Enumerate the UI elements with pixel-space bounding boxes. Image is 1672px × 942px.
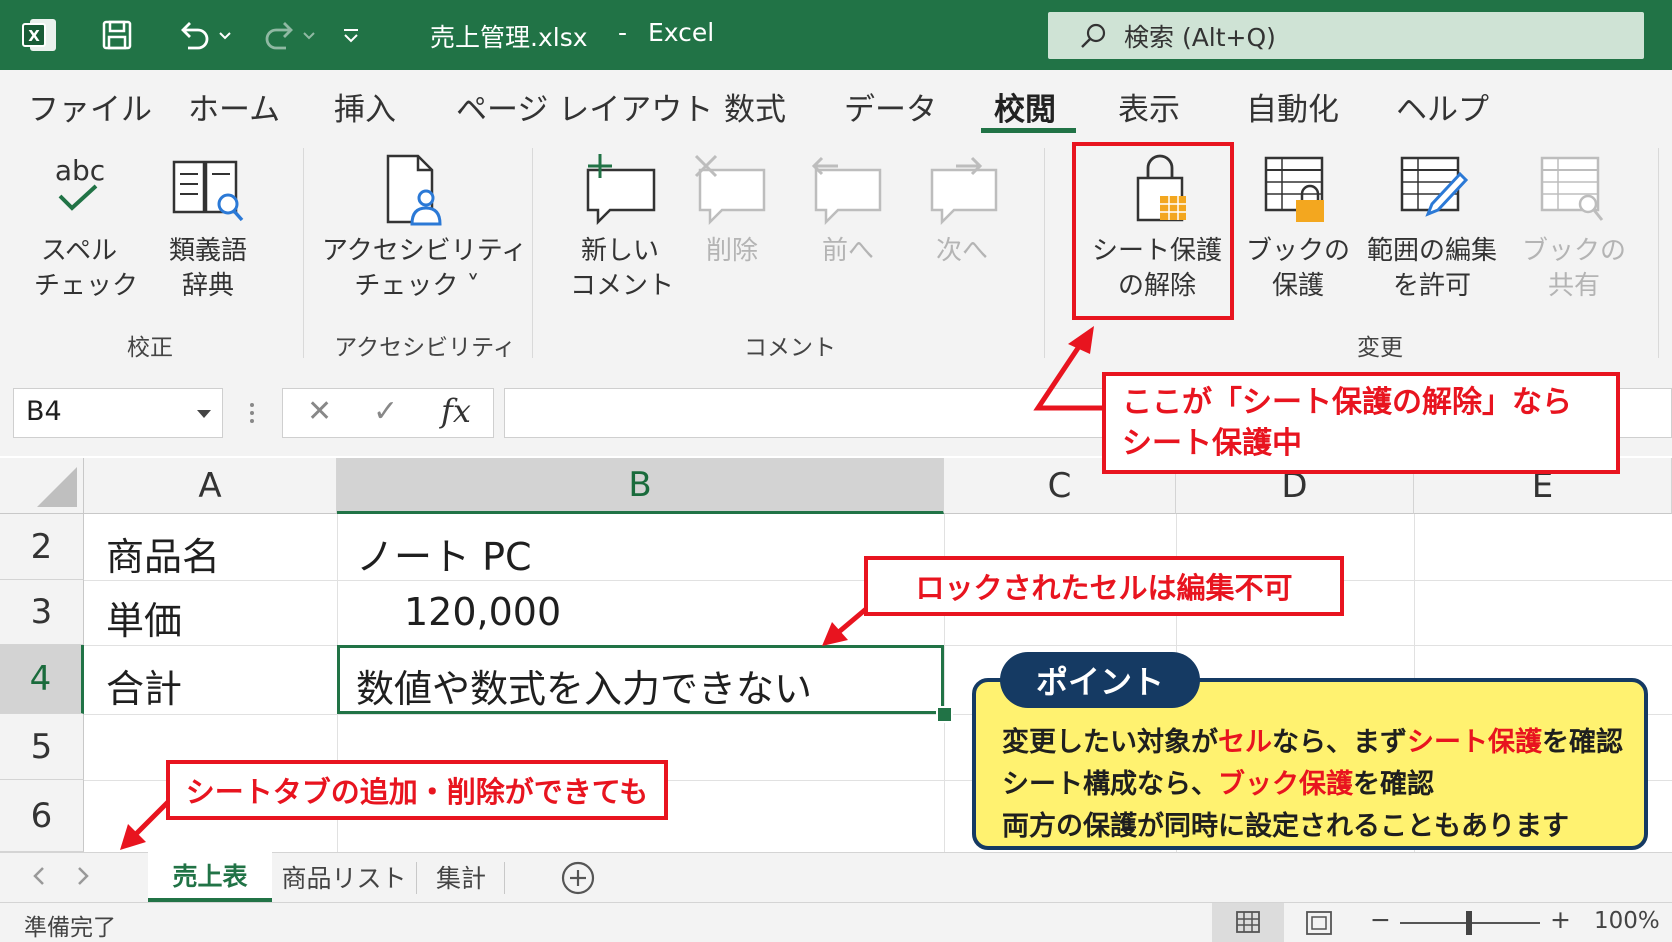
locked-cell-note-callout: ロックされたセルは編集不可: [864, 556, 1344, 616]
point-line-2: シート構成なら、ブック保護を確認: [1002, 769, 1434, 800]
point-title-badge: ポイント: [1000, 652, 1200, 708]
point-line-3: 両方の保護が同時に設定されることもあります: [1002, 811, 1569, 842]
locked-cell-note-text: ロックされたセルは編集不可: [915, 571, 1293, 605]
point-line-1: 変更したい対象がセルなら、まずシート保護を確認: [1002, 727, 1623, 758]
unprotect-note-line-2: シート保護中: [1122, 426, 1302, 461]
sheet-tab-note-callout: シートタブの追加・削除ができても: [166, 760, 668, 820]
unprotect-note-line-1: ここが「シート保護の解除」なら: [1122, 385, 1572, 420]
sheet-tab-note-text: シートタブの追加・削除ができても: [185, 775, 649, 809]
unprotect-note-callout: ここが「シート保護の解除」なら シート保護中: [1102, 372, 1620, 474]
